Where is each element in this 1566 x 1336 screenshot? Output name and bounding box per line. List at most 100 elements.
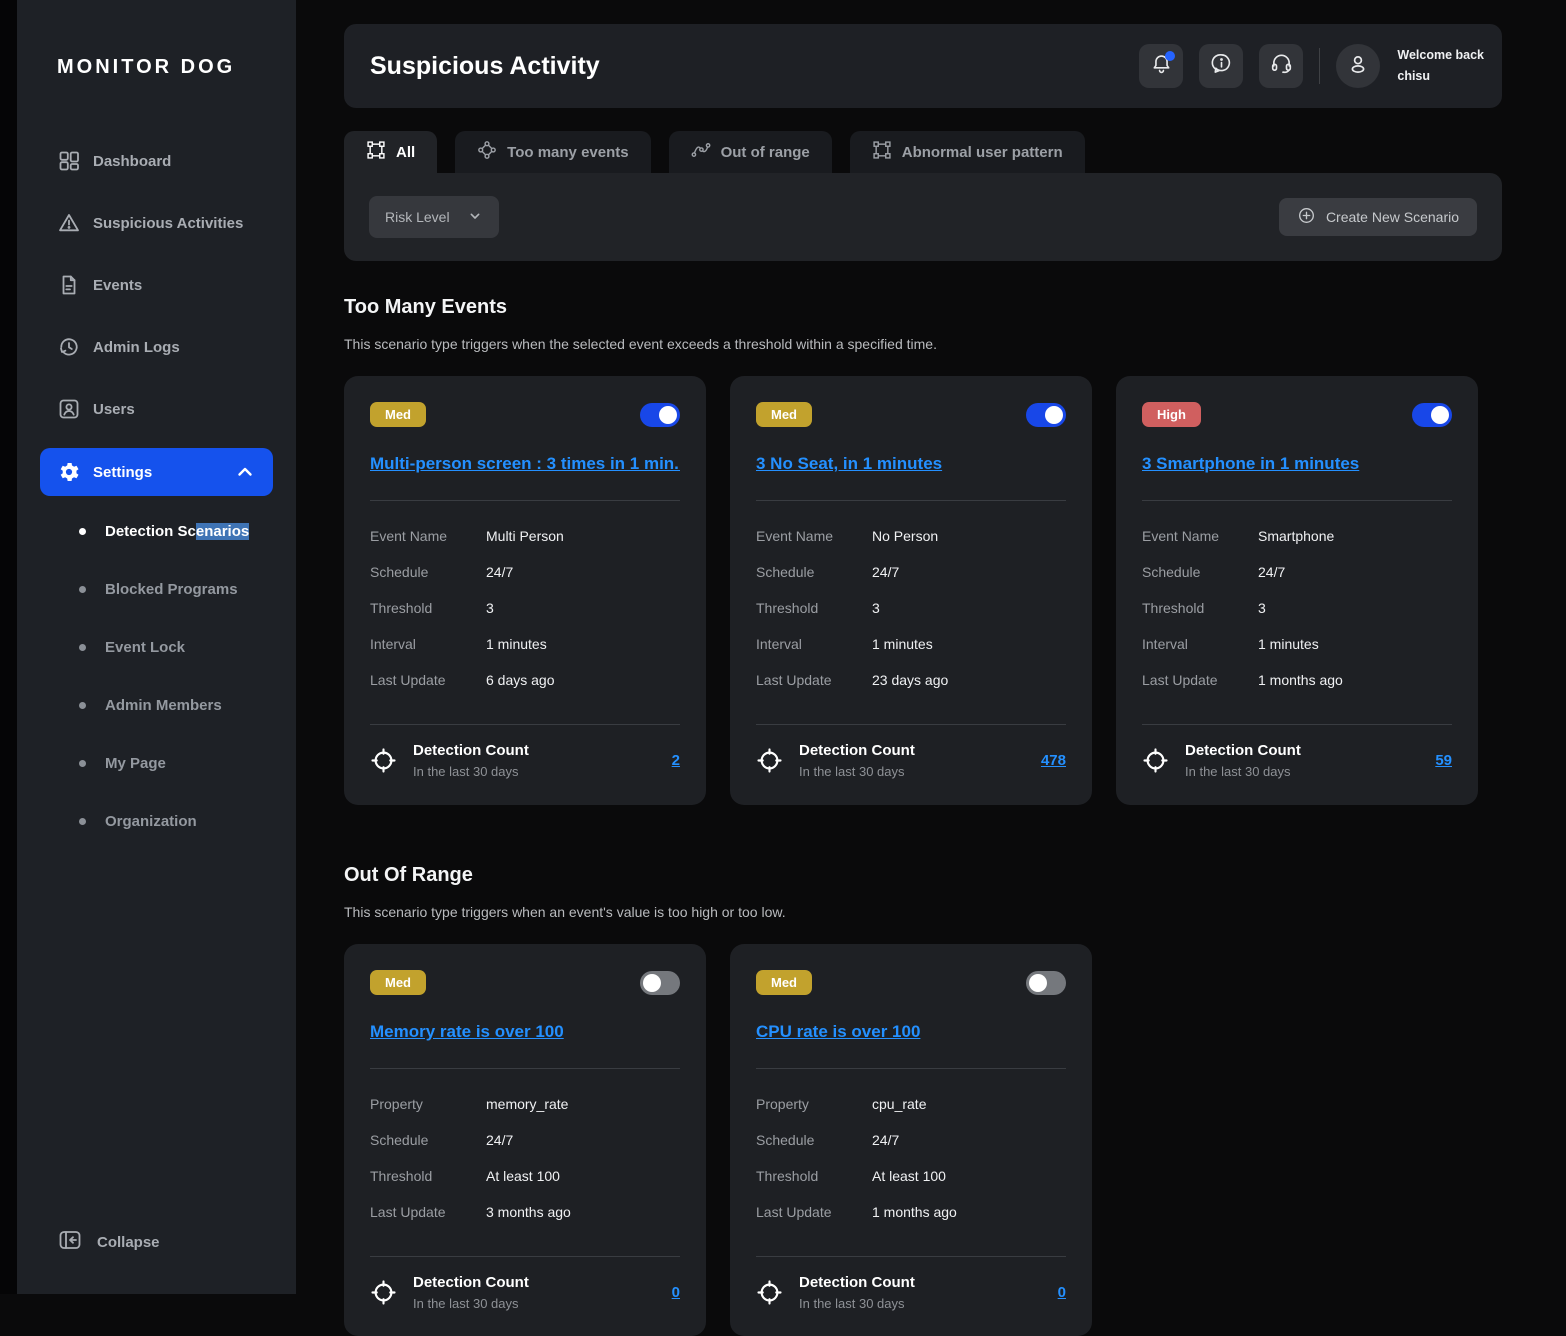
scenario-enabled-toggle[interactable] <box>640 403 680 427</box>
chevron-up-icon <box>233 460 257 484</box>
create-new-scenario-label: Create New Scenario <box>1326 209 1459 225</box>
card-footer: Detection CountIn the last 30 days 478 <box>756 742 1066 779</box>
card-top-row: Med <box>370 402 680 427</box>
submenu-item-organization[interactable]: Organization <box>17 792 296 850</box>
detection-count-sub: In the last 30 days <box>413 764 529 779</box>
scenario-card: MedCPU rate is over 100Propertycpu_rateS… <box>730 944 1092 1336</box>
detection-count-sub: In the last 30 days <box>1185 764 1301 779</box>
card-footer: Detection Count In the last 30 days 2 <box>370 742 680 779</box>
card-fields: Event NameSmartphoneSchedule24/7Threshol… <box>1142 518 1452 698</box>
target-icon <box>1142 747 1169 774</box>
field-row: Schedule24/7 <box>370 554 680 590</box>
target-icon <box>756 1279 783 1306</box>
scenario-title-link[interactable]: 3 Smartphone in 1 minutes <box>1142 454 1452 474</box>
field-row: Event NameSmartphone <box>1142 518 1452 554</box>
field-row: Event NameNo Person <box>756 518 1066 554</box>
scenario-title-link[interactable]: Multi-person screen : 3 times in 1 min..… <box>370 454 680 474</box>
sidebar-item-dashboard[interactable]: Dashboard <box>17 130 296 192</box>
sidebar-item-label: Settings <box>93 464 152 481</box>
scenario-tabs: All Too many events Out of range Abnormal u… <box>344 131 1085 173</box>
detection-count-link[interactable]: 0 <box>672 1284 680 1301</box>
field-row: Last Update1 months ago <box>756 1194 1066 1230</box>
field-label: Schedule <box>370 564 460 580</box>
person-icon <box>1346 52 1370 81</box>
bullet-dot-icon <box>79 760 86 767</box>
sidebar-item-suspicious-activities[interactable]: Suspicious Activities <box>17 192 296 254</box>
submenu-item-blocked-programs[interactable]: Blocked Programs <box>17 560 296 618</box>
toggle-knob <box>1029 974 1047 992</box>
field-value: Smartphone <box>1258 528 1334 544</box>
sidebar-item-settings[interactable]: Settings <box>40 448 273 496</box>
target-icon <box>370 1279 397 1306</box>
detection-count-link[interactable]: 59 <box>1435 752 1452 769</box>
support-button[interactable] <box>1259 44 1303 88</box>
section-description: This scenario type triggers when an even… <box>344 902 1502 922</box>
detection-count-label: Detection Count <box>413 742 529 759</box>
scenario-title-link[interactable]: CPU rate is over 100 <box>756 1022 1066 1042</box>
field-row: Schedule24/7 <box>756 1122 1066 1158</box>
bullet-dot-icon <box>79 818 86 825</box>
info-button[interactable] <box>1199 44 1243 88</box>
section-description: This scenario type triggers when the sel… <box>344 334 1502 354</box>
field-row: ThresholdAt least 100 <box>370 1158 680 1194</box>
user-chip[interactable]: Welcome back chisu <box>1336 44 1484 88</box>
field-value: 24/7 <box>872 1132 899 1148</box>
tab-all[interactable]: All <box>344 131 437 173</box>
card-divider <box>1142 500 1452 501</box>
create-new-scenario-button[interactable]: Create New Scenario <box>1279 198 1477 236</box>
field-label: Threshold <box>370 600 460 616</box>
field-label: Last Update <box>370 1204 460 1220</box>
detection-count-link[interactable]: 0 <box>1058 1284 1066 1301</box>
section-out-of-range: Out Of RangeThis scenario type triggers … <box>344 862 1502 1336</box>
field-row: ThresholdAt least 100 <box>756 1158 1066 1194</box>
field-label: Threshold <box>1142 600 1232 616</box>
scenario-title-link[interactable]: Memory rate is over 100 <box>370 1022 680 1042</box>
scenario-card: Med3 No Seat, in 1 minutesEvent NameNo P… <box>730 376 1092 805</box>
submenu-item-event-lock[interactable]: Event Lock <box>17 618 296 676</box>
field-value: 24/7 <box>486 1132 513 1148</box>
sidebar-item-label: Events <box>93 277 142 294</box>
card-footer: Detection CountIn the last 30 days59 <box>1142 742 1452 779</box>
field-value: 1 months ago <box>1258 672 1343 688</box>
submenu-item-admin-members[interactable]: Admin Members <box>17 676 296 734</box>
sidebar-item-events[interactable]: Events <box>17 254 296 316</box>
sidebar-item-label: Dashboard <box>93 153 171 170</box>
submenu-item-detection-scenarios[interactable]: Detection Scenarios <box>17 502 296 560</box>
risk-badge: Med <box>370 970 426 995</box>
tab-abnormal-user-pattern[interactable]: Abnormal user pattern <box>850 131 1085 173</box>
scenario-enabled-toggle[interactable] <box>640 971 680 995</box>
welcome-text: Welcome back chisu <box>1397 45 1484 87</box>
detection-count-text: Detection CountIn the last 30 days <box>799 742 915 779</box>
collapse-sidebar-icon <box>57 1228 83 1256</box>
card-fields: Event NameMulti PersonSchedule24/7Thresh… <box>370 518 680 698</box>
gear-icon <box>57 460 81 484</box>
collapse-label: Collapse <box>97 1234 160 1251</box>
risk-level-dropdown[interactable]: Risk Level <box>369 196 499 238</box>
card-top-row: Med <box>370 970 680 995</box>
sidebar-item-label: Admin Logs <box>93 339 180 356</box>
sidebar-item-users[interactable]: Users <box>17 378 296 440</box>
notifications-button[interactable] <box>1139 44 1183 88</box>
page-header: Suspicious Activity <box>344 24 1502 108</box>
scenario-title-link[interactable]: 3 No Seat, in 1 minutes <box>756 454 1066 474</box>
toggle-knob <box>659 406 677 424</box>
tab-out-of-range[interactable]: Out of range <box>669 131 832 173</box>
scenario-enabled-toggle[interactable] <box>1026 403 1066 427</box>
detection-count-link[interactable]: 2 <box>672 752 680 769</box>
bounding-box-icon <box>872 140 892 164</box>
risk-badge: Med <box>756 970 812 995</box>
scenario-enabled-toggle[interactable] <box>1026 971 1066 995</box>
tab-too-many-events[interactable]: Too many events <box>455 131 650 173</box>
scenario-enabled-toggle[interactable] <box>1412 403 1452 427</box>
bullet-dot-icon <box>79 528 86 535</box>
welcome-line2: chisu <box>1397 66 1484 87</box>
sidebar-item-admin-logs[interactable]: Admin Logs <box>17 316 296 378</box>
submenu-item-my-page[interactable]: My Page <box>17 734 296 792</box>
field-label: Threshold <box>370 1168 460 1184</box>
field-value: 1 months ago <box>872 1204 957 1220</box>
field-row: Threshold3 <box>1142 590 1452 626</box>
page-title: Suspicious Activity <box>370 52 600 81</box>
window-edge-strip <box>0 0 17 1294</box>
collapse-button[interactable]: Collapse <box>57 1228 160 1256</box>
detection-count-link[interactable]: 478 <box>1041 752 1066 769</box>
